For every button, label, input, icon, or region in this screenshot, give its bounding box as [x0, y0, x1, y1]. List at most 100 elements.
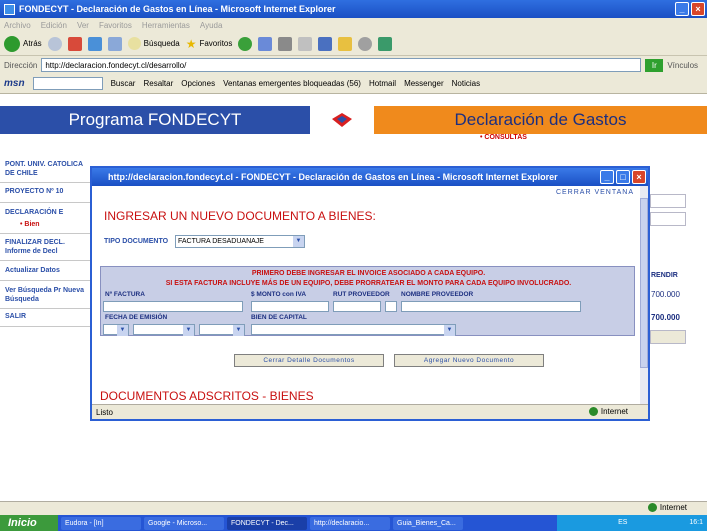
address-input[interactable]: http://declaracion.fondecyt.cl/desarroll…	[41, 58, 642, 72]
agregar-documento-button[interactable]: Agregar Nuevo Documento	[394, 354, 544, 367]
rendir-value-1: 700.000	[651, 290, 680, 299]
bg-button[interactable]	[650, 330, 686, 344]
window-titlebar[interactable]: FONDECYT - Declaración de Gastos en Líne…	[0, 0, 707, 18]
divider	[0, 326, 92, 327]
bg-box	[650, 212, 686, 226]
language-indicator[interactable]: ES	[618, 519, 627, 526]
warning-2: SI ESTA FACTURA INCLUYE MÁS DE UN EQUIPO…	[165, 280, 572, 287]
msn-logo[interactable]: msn	[4, 78, 25, 89]
warning-1: PRIMERO DEBE INGRESAR EL INVOICE ASOCIAD…	[251, 270, 486, 277]
minimize-button[interactable]: _	[675, 2, 689, 16]
rut-dv-input[interactable]	[385, 301, 397, 312]
research-icon[interactable]	[358, 36, 373, 51]
history-icon[interactable]	[258, 36, 273, 51]
divider	[0, 233, 92, 234]
sidebar-finalizar[interactable]: FINALIZAR DECL. Informe de Decl	[5, 238, 91, 256]
task-fondecyt[interactable]: FONDECYT - Dec...	[227, 516, 307, 530]
home-icon[interactable]	[107, 36, 122, 51]
sidebar: PONT. UNIV. CATOLICA DE CHILE PROYECTO N…	[0, 140, 92, 480]
scrollbar-thumb[interactable]	[640, 198, 648, 368]
documentos-heading: DOCUMENTOS ADSCRITOS - BIENES	[100, 389, 314, 403]
task-eudora[interactable]: Eudora - [In]	[61, 516, 141, 530]
msn-messenger[interactable]: Messenger	[404, 79, 444, 88]
menu-ayuda[interactable]: Ayuda	[200, 21, 223, 30]
popup-titlebar[interactable]: http://declaracion.fondecyt.cl - FONDECY…	[92, 168, 648, 186]
globe-icon	[647, 503, 657, 512]
cerrar-ventana-link[interactable]: CERRAR VENTANA	[556, 189, 634, 196]
clock[interactable]: 16:1	[689, 519, 703, 526]
menu-edicion[interactable]: Edición	[41, 21, 67, 30]
popup-scrollbar[interactable]	[640, 186, 648, 404]
divider	[0, 202, 92, 203]
sidebar-declaracion[interactable]: DECLARACIÓN E	[5, 208, 91, 217]
rut-label: RUT PROVEEDOR	[333, 291, 390, 298]
msn-buscar[interactable]: Buscar	[111, 79, 136, 88]
monto-input[interactable]	[251, 301, 329, 312]
cerrar-detalle-button[interactable]: Cerrar Detalle Documentos	[234, 354, 384, 367]
chevron-down-icon: ▼	[233, 325, 244, 336]
rendir-value-2: 700.000	[651, 313, 680, 322]
rut-input[interactable]	[333, 301, 381, 312]
divider	[0, 280, 92, 281]
media-icon[interactable]	[238, 36, 253, 51]
menu-ver[interactable]: Ver	[77, 21, 89, 30]
links-label[interactable]: Vínculos	[667, 61, 698, 70]
discuss-icon[interactable]	[318, 36, 333, 51]
favorites-button[interactable]: ★ Favoritos	[186, 37, 233, 51]
sidebar-busqueda[interactable]: Ver Búsqueda Pr Nueva Búsqueda	[5, 286, 91, 304]
edit-icon[interactable]	[298, 36, 313, 51]
popup-minimize-button[interactable]: _	[600, 170, 614, 184]
consultas-link[interactable]: • CONSULTAS	[480, 134, 527, 141]
tipo-documento-select[interactable]: FACTURA DESADUANAJE ▼	[175, 235, 305, 248]
divider	[0, 308, 92, 309]
msn-popups[interactable]: Ventanas emergentes bloqueadas (56)	[223, 79, 361, 88]
day-select[interactable]: ▼	[103, 324, 129, 336]
msn-toolbar: msn Buscar Resaltar Opciones Ventanas em…	[0, 74, 707, 94]
msn-search-input[interactable]	[32, 77, 103, 90]
sidebar-university: PONT. UNIV. CATOLICA DE CHILE	[5, 161, 83, 177]
forward-icon[interactable]	[47, 36, 62, 51]
task-google[interactable]: Google - Microso...	[144, 516, 224, 530]
bien-capital-select[interactable]: ▼	[251, 324, 456, 336]
print-icon[interactable]	[278, 36, 293, 51]
task-guia[interactable]: Guia_Bienes_Ca...	[393, 516, 463, 530]
n-factura-label: Nº FACTURA	[105, 291, 145, 298]
sidebar-salir[interactable]: SALIR	[5, 312, 91, 321]
refresh-icon[interactable]	[87, 36, 102, 51]
start-button[interactable]: Inicio	[0, 515, 58, 531]
msn-resaltar[interactable]: Resaltar	[143, 79, 173, 88]
nombre-label: NOMBRE PROVEEDOR	[401, 291, 474, 298]
sidebar-proyecto[interactable]: PROYECTO Nº 10	[5, 187, 91, 196]
search-button[interactable]: Búsqueda	[127, 37, 180, 50]
msn-hotmail[interactable]: Hotmail	[369, 79, 396, 88]
popup-close-button[interactable]: ×	[632, 170, 646, 184]
back-button[interactable]: Atrás	[4, 35, 42, 52]
window-title: FONDECYT - Declaración de Gastos en Líne…	[19, 4, 336, 14]
menu-favoritos[interactable]: Favoritos	[99, 21, 132, 30]
year-select[interactable]: ▼	[199, 324, 245, 336]
chevron-down-icon: ▼	[117, 325, 128, 336]
stop-icon[interactable]	[67, 36, 82, 51]
menu-bar: Archivo Edición Ver Favoritos Herramient…	[0, 18, 707, 32]
chevron-down-icon: ▼	[293, 236, 304, 247]
sidebar-actualizar[interactable]: Actualizar Datos	[5, 266, 91, 275]
nombre-input[interactable]	[401, 301, 581, 312]
folder-icon[interactable]	[338, 36, 353, 51]
n-factura-input[interactable]	[103, 301, 243, 312]
browser-toolbar: Atrás Búsqueda ★ Favoritos	[0, 32, 707, 56]
msn-noticias[interactable]: Noticias	[452, 79, 480, 88]
fecha-label: FECHA DE EMISIÓN	[105, 314, 168, 321]
form-heading: INGRESAR UN NUEVO DOCUMENTO A BIENES:	[104, 209, 376, 223]
popup-maximize-button[interactable]: □	[616, 170, 630, 184]
menu-herramientas[interactable]: Herramientas	[142, 21, 190, 30]
task-popup[interactable]: http://declaracio...	[310, 516, 390, 530]
status-text: Listo	[96, 407, 113, 417]
close-button[interactable]: ×	[691, 2, 705, 16]
msn-opciones[interactable]: Opciones	[181, 79, 215, 88]
messenger-icon[interactable]	[378, 36, 393, 51]
bg-box	[650, 194, 686, 208]
menu-archivo[interactable]: Archivo	[4, 21, 31, 30]
go-button[interactable]: Ir	[645, 58, 664, 72]
taskbar: Inicio Eudora - [In] Google - Microso...…	[0, 515, 707, 531]
month-select[interactable]: ▼	[133, 324, 195, 336]
